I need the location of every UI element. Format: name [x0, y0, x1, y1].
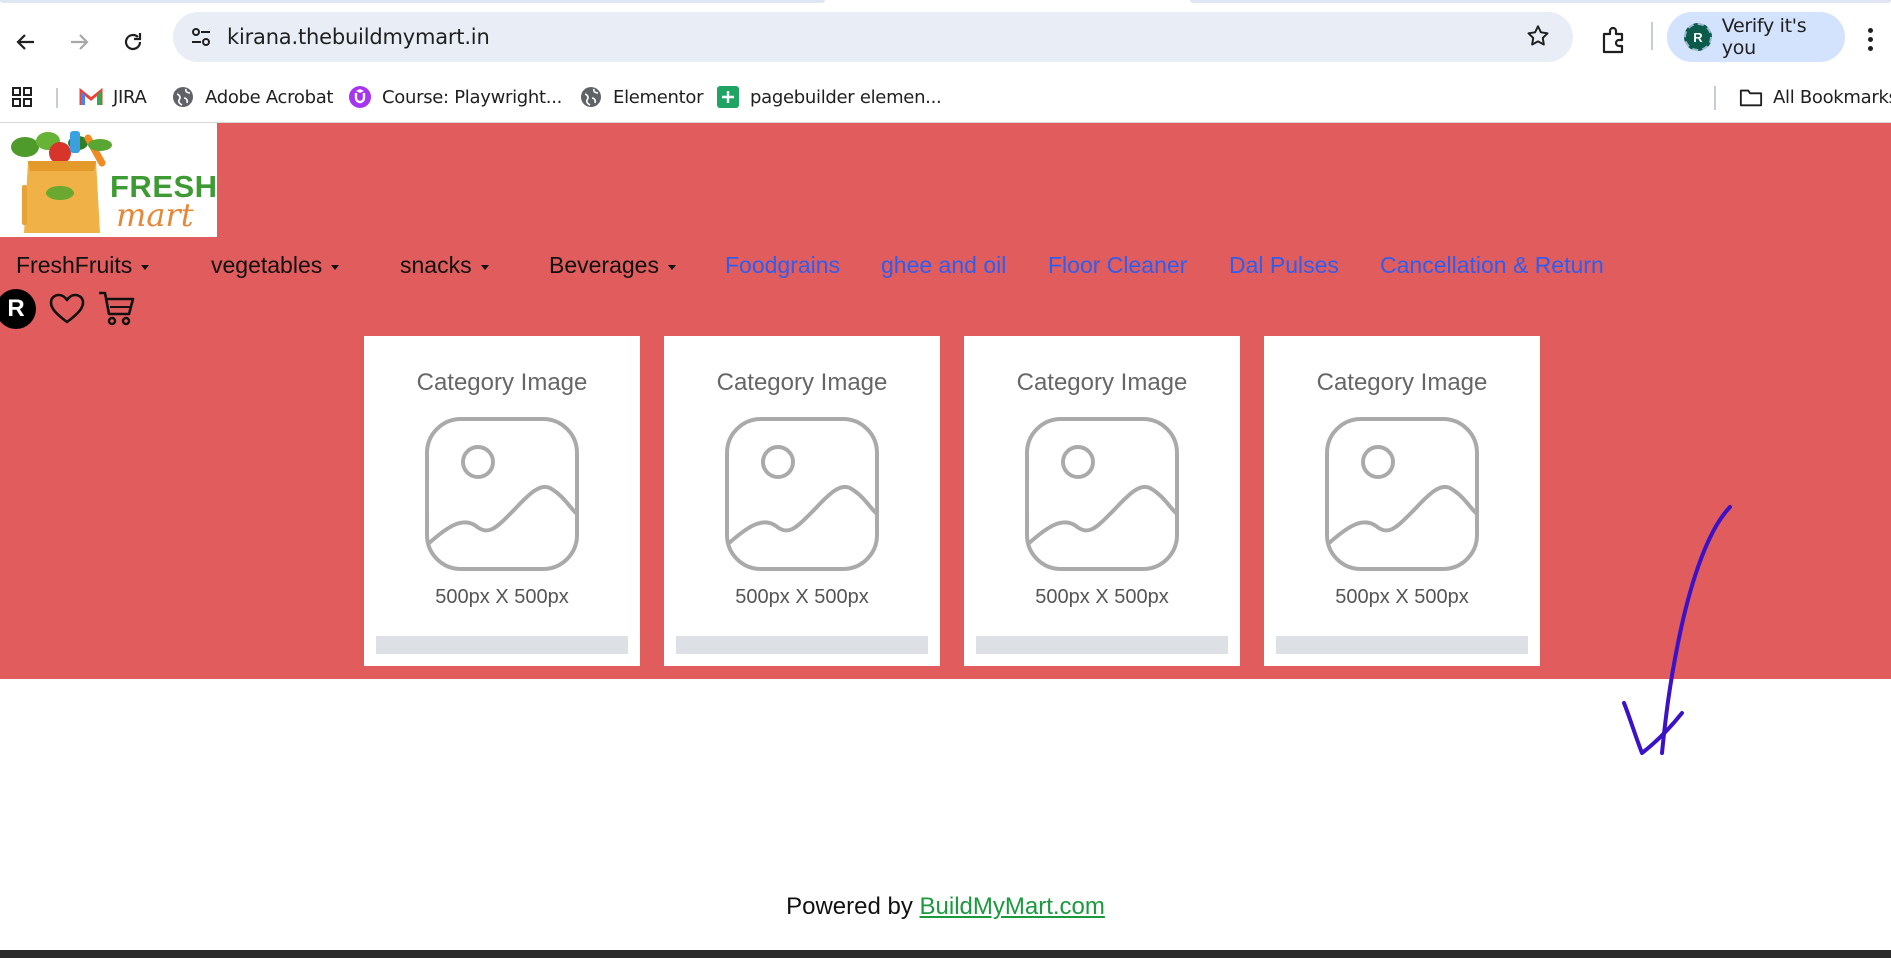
category-card[interactable]: Category Image 500px X 500px [964, 336, 1240, 666]
nav-link-cancellation-return[interactable]: Cancellation & Return [1380, 245, 1604, 285]
os-taskbar-edge [0, 950, 1891, 958]
folder-icon [1739, 85, 1763, 109]
category-card-label-placeholder [376, 636, 628, 654]
nav-link-floor-cleaner[interactable]: Floor Cleaner [1048, 245, 1187, 285]
image-placeholder-icon [725, 417, 879, 571]
footer-text: Powered by [786, 893, 920, 920]
address-bar[interactable]: kirana.thebuildmymart.in [173, 12, 1573, 62]
main-nav: FreshFruits vegetables snacks Beverages … [0, 245, 1891, 285]
site-header: FRESH mart FreshFruits vegetables snacks… [0, 123, 1891, 679]
extensions-icon [1602, 26, 1624, 54]
nav-dropdown-vegetables[interactable]: vegetables [211, 245, 340, 285]
category-card-label-placeholder [976, 636, 1228, 654]
image-placeholder-icon [1025, 417, 1179, 571]
reload-icon [124, 33, 142, 51]
category-card-size-note: 500px X 500px [735, 586, 869, 608]
chevron-down-icon [480, 264, 489, 270]
profile-avatar: R [1684, 23, 1712, 51]
chevron-down-icon [331, 264, 340, 270]
image-placeholder-icon [425, 417, 579, 571]
profile-chip[interactable]: R Verify it's you [1667, 12, 1845, 62]
all-bookmarks-button[interactable]: All Bookmarks [1739, 81, 1891, 113]
site-footer: Powered by BuildMyMart.com [0, 893, 1891, 921]
category-card-size-note: 500px X 500px [435, 586, 569, 608]
bookmark-label: Course: Playwright... [382, 86, 563, 108]
hand-drawn-arrow-annotation [1622, 505, 1732, 755]
category-card[interactable]: Category Image 500px X 500px [664, 336, 940, 666]
chevron-down-icon [667, 264, 676, 270]
category-card-title: Category Image [1016, 369, 1188, 396]
reload-button[interactable] [109, 18, 157, 66]
back-arrow-icon [16, 34, 34, 50]
bookmark-star-icon[interactable] [1525, 23, 1551, 54]
tab-edge [0, 0, 825, 3]
nav-label: snacks [400, 251, 472, 278]
extensions-button[interactable] [1592, 18, 1636, 67]
nav-dropdown-beverages[interactable]: Beverages [549, 245, 676, 285]
user-avatar[interactable]: R [0, 289, 36, 329]
apps-button[interactable] [10, 81, 44, 113]
category-card[interactable]: Category Image 500px X 500px [364, 336, 640, 666]
category-card-label-placeholder [676, 636, 928, 654]
bookmark-adobe-acrobat[interactable]: Adobe Acrobat [171, 81, 333, 113]
logo-text-mart: mart [116, 196, 194, 234]
image-placeholder-icon [1325, 417, 1479, 571]
nav-link-foodgrains[interactable]: Foodgrains [725, 245, 840, 285]
nav-label: FreshFruits [16, 251, 133, 278]
bookmark-course-playwright[interactable]: Course: Playwright... [348, 81, 562, 113]
forward-arrow-icon [71, 34, 89, 50]
category-card-size-note: 500px X 500px [1335, 586, 1469, 608]
category-card-title: Category Image [1316, 369, 1488, 396]
toolbar-divider [1651, 22, 1653, 50]
chevron-down-icon [141, 264, 150, 270]
bookmarks-divider [1714, 86, 1716, 110]
bookmark-label: Adobe Acrobat [205, 86, 334, 108]
globe-icon [579, 85, 603, 109]
category-card-title: Category Image [716, 369, 888, 396]
profile-chip-label: Verify it's you [1721, 15, 1807, 59]
back-button[interactable] [2, 18, 50, 66]
nav-label: vegetables [211, 251, 323, 278]
sheets-icon [716, 85, 740, 109]
user-actions: R [0, 287, 200, 329]
nav-dropdown-snacks[interactable]: snacks [400, 245, 489, 285]
all-bookmarks-label: All Bookmarks [1773, 86, 1891, 108]
bookmark-elementor[interactable]: Elementor [579, 81, 704, 113]
wishlist-heart-icon[interactable] [49, 293, 85, 330]
category-card[interactable]: Category Image 500px X 500px [1264, 336, 1540, 666]
nav-label: Beverages [549, 251, 659, 278]
forward-button[interactable] [55, 18, 103, 66]
browser-toolbar: kirana.thebuildmymart.in R Verify it's y… [0, 4, 1891, 70]
category-card-title: Category Image [416, 369, 588, 396]
bookmarks-divider [56, 88, 58, 108]
site-settings-icon[interactable] [189, 25, 213, 54]
site-logo[interactable]: FRESH mart [0, 123, 217, 237]
more-menu-icon[interactable] [1868, 28, 1876, 55]
apps-grid-icon [10, 85, 34, 109]
web-page: FRESH mart FreshFruits vegetables snacks… [0, 123, 1891, 950]
bookmark-label: Elementor [613, 86, 704, 108]
category-card-size-note: 500px X 500px [1035, 586, 1169, 608]
bookmark-label: JIRA [113, 86, 147, 108]
bookmark-label: pagebuilder elemen... [750, 86, 942, 108]
globe-icon [171, 85, 195, 109]
footer-link-buildmymart[interactable]: BuildMyMart.com [920, 893, 1105, 920]
bookmark-pagebuilder[interactable]: pagebuilder elemen... [716, 81, 942, 113]
shopping-cart-icon[interactable] [97, 289, 135, 332]
nav-link-ghee-and-oil[interactable]: ghee and oil [881, 245, 1006, 285]
category-card-label-placeholder [1276, 636, 1528, 654]
gmail-icon [79, 85, 103, 109]
bookmark-jira[interactable]: JIRA [79, 81, 147, 113]
nav-dropdown-freshfruits[interactable]: FreshFruits [16, 245, 150, 285]
url-text[interactable]: kirana.thebuildmymart.in [227, 25, 490, 49]
nav-link-dal-pulses[interactable]: Dal Pulses [1229, 245, 1339, 285]
udemy-icon [348, 85, 372, 109]
bookmarks-bar: JIRA Adobe Acrobat Course: Playwright...… [0, 72, 1891, 122]
tab-edge [1190, 0, 1891, 3]
